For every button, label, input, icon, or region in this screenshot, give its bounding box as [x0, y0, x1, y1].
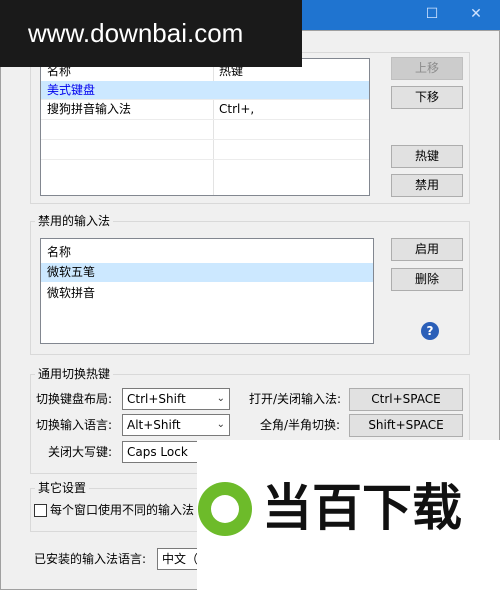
per-window-checkbox[interactable]	[34, 504, 47, 517]
list-item-selected[interactable]: 美式键盘	[41, 81, 369, 99]
switch-language-value: Alt+Shift	[127, 418, 181, 432]
disabled-ime-title: 禁用的输入法	[35, 214, 114, 228]
site-watermark: www.downbai.com	[0, 0, 302, 67]
chevron-down-icon: ⌄	[216, 393, 225, 404]
hotkeys-title: 通用切换热键	[35, 367, 114, 381]
row-divider	[41, 159, 369, 160]
installed-language-label: 已安装的输入法语言:	[34, 552, 147, 566]
disable-button[interactable]: 禁用	[391, 174, 463, 197]
list-item-selected[interactable]: 微软五笔	[41, 263, 373, 282]
column-header-name[interactable]: 名称	[47, 243, 71, 261]
move-down-button[interactable]: 下移	[391, 86, 463, 109]
caps-lock-value: Caps Lock	[127, 445, 188, 459]
enable-button[interactable]: 启用	[391, 238, 463, 261]
per-window-label: 每个窗口使用不同的输入法	[50, 503, 195, 517]
enabled-ime-list[interactable]: 名称 热键 美式键盘 搜狗拼音输入法 Ctrl+,	[40, 58, 370, 196]
switch-language-label: 切换输入语言:	[36, 418, 113, 432]
list-item[interactable]: 搜狗拼音输入法 Ctrl+,	[41, 100, 369, 118]
move-up-button[interactable]: 上移	[391, 57, 463, 80]
width-toggle-label: 全角/半角切换:	[260, 418, 341, 432]
ime-name: 微软拼音	[47, 286, 96, 300]
delete-button[interactable]: 删除	[391, 268, 463, 291]
width-toggle-hotkey-button[interactable]: Shift+SPACE	[349, 414, 463, 437]
maximize-icon[interactable]: ☐	[420, 2, 444, 26]
row-divider	[41, 119, 369, 120]
switch-language-select[interactable]: Alt+Shift ⌄	[122, 414, 230, 436]
disabled-ime-list[interactable]: 名称 微软五笔 微软拼音	[40, 238, 374, 344]
other-settings-title: 其它设置	[35, 481, 90, 495]
switch-layout-value: Ctrl+Shift	[127, 392, 186, 406]
switch-layout-select[interactable]: Ctrl+Shift ⌄	[122, 388, 230, 410]
close-icon[interactable]: ✕	[464, 2, 488, 26]
brand-logo-inner	[211, 495, 239, 523]
ime-hotkey: Ctrl+,	[219, 102, 255, 116]
column-divider	[213, 59, 214, 195]
chevron-down-icon: ⌄	[216, 419, 225, 430]
installed-language-value: 中文（	[162, 552, 199, 566]
caps-lock-label: 关闭大写键:	[48, 445, 113, 459]
row-divider	[41, 139, 369, 140]
toggle-ime-hotkey-button[interactable]: Ctrl+SPACE	[349, 388, 463, 411]
ime-name: 美式键盘	[47, 83, 96, 97]
list-item[interactable]: 微软拼音	[41, 284, 373, 303]
help-icon[interactable]: ?	[421, 322, 439, 340]
ime-name: 微软五笔	[47, 265, 96, 279]
ime-name: 搜狗拼音输入法	[47, 102, 132, 116]
switch-layout-label: 切换键盘布局:	[36, 392, 113, 406]
hotkey-button[interactable]: 热键	[391, 145, 463, 168]
toggle-ime-label: 打开/关闭输入法:	[249, 392, 342, 406]
brand-logo-text: 当百下载	[262, 479, 462, 537]
